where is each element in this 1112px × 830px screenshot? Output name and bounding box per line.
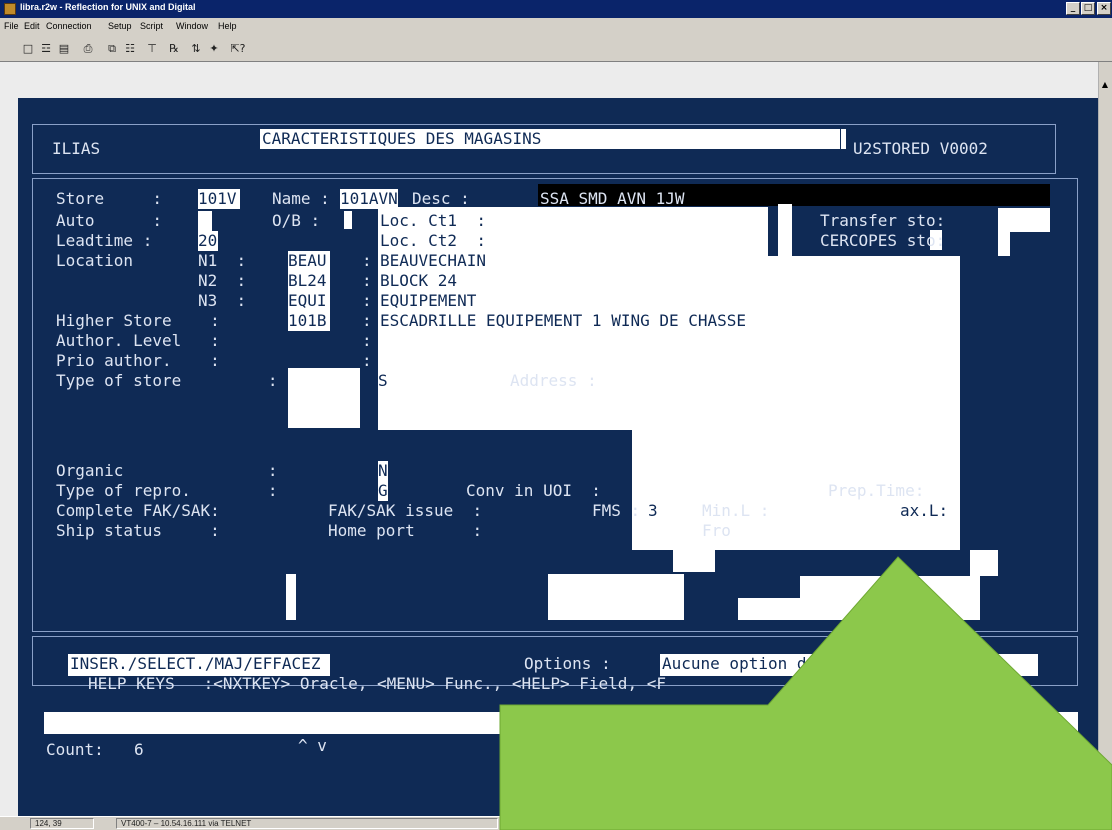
green-arrow-overlay	[499, 556, 1112, 830]
type-of-store-label: Type of store :	[56, 371, 278, 390]
type-repro-value[interactable]: G	[378, 481, 388, 501]
close-button[interactable]: ×	[1097, 2, 1111, 15]
screen-title: CARACTERISTIQUES DES MAGASINS	[262, 129, 542, 148]
toolbar: □ ☲ ▤ ⎙ ⧉ ☷ ⊤ ℞ ⇅ ✦ ⇱?	[0, 36, 1112, 62]
name-label: Name :	[272, 189, 330, 208]
print-icon[interactable]: ⎙	[80, 41, 96, 57]
n1-sep: :	[362, 251, 372, 270]
menu-script[interactable]: Script	[140, 21, 163, 31]
loc-ct1-label: Loc. Ct1 :	[380, 211, 486, 230]
maximize-button[interactable]: □	[1081, 2, 1095, 15]
menu-setup[interactable]: Setup	[108, 21, 132, 31]
prep-time-label: Prep.Time:	[828, 481, 925, 500]
menu-help[interactable]: Help	[218, 21, 237, 31]
screen-code: U2STORED V0002	[853, 139, 988, 158]
complete-fak-field[interactable]	[286, 574, 296, 620]
higher-store-sep: :	[362, 311, 372, 330]
higher-store-code[interactable]: 101B	[288, 311, 327, 331]
maxl-label: ax.L:	[900, 501, 949, 520]
transfer-sto-field[interactable]	[998, 208, 1050, 232]
record-nav[interactable]: ^ v	[298, 736, 327, 756]
mode-text: INSER./SELECT./MAJ/EFFACEZ	[70, 654, 321, 673]
menu-file[interactable]: File	[4, 21, 19, 31]
transfer-label: Transfer sto:	[820, 211, 946, 230]
fro-label: Fro	[702, 521, 731, 540]
ob-label: O/B :	[272, 211, 321, 230]
n3-name: EQUIPEMENT	[380, 291, 477, 310]
loc-ct2-label: Loc. Ct2 :	[380, 231, 486, 250]
n2-label: N2 :	[198, 271, 247, 290]
location-label: Location	[56, 251, 134, 270]
connection-status: VT400-7 – 10.54.16.111 via TELNET	[116, 818, 498, 829]
type-repro-label: Type of repro. :	[56, 481, 278, 500]
organic-value[interactable]: N	[378, 461, 388, 481]
desc-value[interactable]: SSA SMD AVN 1JW	[540, 189, 685, 209]
copy-icon[interactable]: ⧉	[104, 41, 120, 57]
complete-fak-label: Complete FAK/SAK:	[56, 501, 220, 520]
count-value: 6	[134, 740, 144, 759]
store-value[interactable]: 101V	[198, 189, 237, 209]
loc-divider	[778, 204, 792, 256]
cursor-position: 124, 39	[30, 818, 94, 829]
address-label: Address :	[510, 371, 597, 390]
n1-name: BEAUVECHAIN	[380, 251, 486, 270]
n1-label: N1 :	[198, 251, 247, 270]
higher-store-name: ESCADRILLE EQUIPEMENT 1 WING DE CHASSE	[380, 311, 747, 330]
n3-code[interactable]: EQUI	[288, 291, 327, 311]
n3-sep: :	[362, 291, 372, 310]
cercopes-label: CERCOPES sto:	[820, 231, 946, 250]
n2-name: BLOCK 24	[380, 271, 458, 290]
help-icon[interactable]: ⇱?	[230, 41, 246, 57]
new-icon[interactable]: □	[20, 41, 36, 57]
n2-sep: :	[362, 271, 372, 290]
prio-author-label: Prio author. :	[56, 351, 220, 370]
count-label: Count:	[46, 740, 104, 759]
macro-icon[interactable]: ✦	[206, 41, 222, 57]
home-port-label: Home port :	[328, 521, 483, 540]
scroll-up-icon[interactable]: ▲	[1100, 80, 1110, 90]
menu-edit[interactable]: Edit	[24, 21, 40, 31]
transfer-sto-edge	[998, 232, 1010, 256]
minimize-button[interactable]: _	[1066, 2, 1080, 15]
name-value[interactable]: 101AVN	[340, 189, 398, 209]
higher-store-block	[378, 378, 960, 430]
title-field-edge	[841, 129, 846, 149]
menu-bar: File Edit Connection Setup Script Window…	[0, 18, 1112, 36]
fak-issue-label: FAK/SAK issue :	[328, 501, 483, 520]
leadtime-label: Leadtime :	[56, 231, 153, 250]
author-level-field[interactable]	[288, 368, 360, 428]
leadtime-value[interactable]: 20	[198, 231, 217, 251]
paste-icon[interactable]: ☷	[122, 41, 138, 57]
location-block-right	[768, 256, 960, 378]
author-level-sep: :	[362, 331, 372, 350]
app-name: ILIAS	[52, 139, 101, 158]
higher-store-label: Higher Store :	[56, 311, 220, 330]
n1-code[interactable]: BEAU	[288, 251, 327, 271]
app-icon	[4, 3, 16, 15]
connect-icon[interactable]: ⊤	[144, 41, 160, 57]
n2-code[interactable]: BL24	[288, 271, 327, 291]
minl-label: Min.L :	[702, 501, 770, 520]
open-icon[interactable]: ☲	[38, 41, 54, 57]
menu-connection[interactable]: Connection	[46, 21, 92, 31]
prio-author-sep: :	[362, 351, 372, 370]
ob-field[interactable]	[344, 211, 352, 229]
transfer-icon[interactable]: ⇅	[188, 41, 204, 57]
window-title: libra.r2w - Reflection for UNIX and Digi…	[20, 2, 196, 12]
menu-window[interactable]: Window	[176, 21, 208, 31]
author-level-label: Author. Level :	[56, 331, 220, 350]
n3-label: N3 :	[198, 291, 247, 310]
save-icon[interactable]: ▤	[56, 41, 72, 57]
conv-label: Conv in UOI :	[466, 481, 601, 500]
desc-label: Desc :	[412, 189, 470, 208]
settings-icon[interactable]: ℞	[166, 41, 182, 57]
fms-label: FMS :	[592, 501, 641, 520]
auto-label: Auto :	[56, 211, 162, 230]
organic-label: Organic :	[56, 461, 278, 480]
fms-value[interactable]: 3	[648, 501, 658, 521]
type-of-store-value[interactable]: S	[378, 371, 388, 391]
title-bar[interactable]: libra.r2w - Reflection for UNIX and Digi…	[0, 0, 1112, 18]
store-label: Store :	[56, 189, 162, 208]
ship-status-label: Ship status :	[56, 521, 220, 540]
